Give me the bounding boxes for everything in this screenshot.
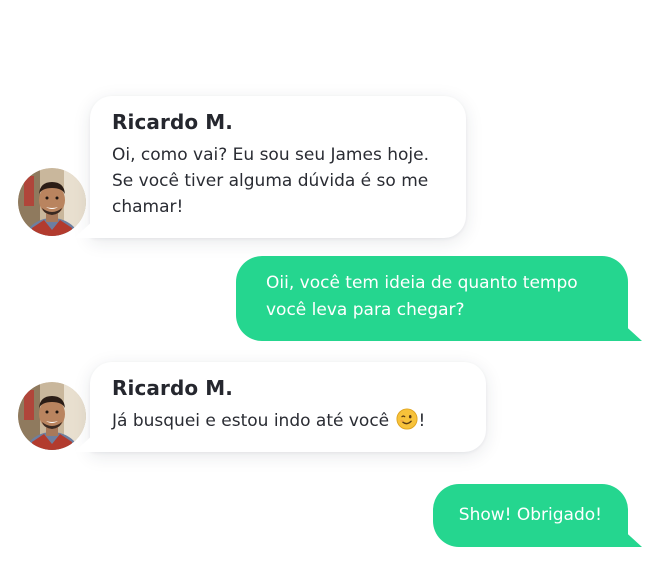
outgoing-message-bubble: Oii, você tem ideia de quanto tempo você… [236,256,628,341]
message-text: Show! Obrigado! [458,505,602,525]
chat-conversation: Ricardo M. Oi, como vai? Eu sou seu Jame… [0,0,650,566]
incoming-message: Ricardo M. Já busquei e estou indo até v… [18,362,486,452]
sender-name: Ricardo M. [112,110,233,134]
outgoing-message-bubble: Show! Obrigado! [432,484,628,547]
driver-avatar-photo [18,382,86,450]
message-text-part: ! [418,411,426,431]
driver-avatar-photo [18,168,86,236]
incoming-message-bubble: Ricardo M. Oi, como vai? Eu sou seu Jame… [90,96,466,238]
winking-face-icon [396,408,418,430]
message-text: Oi, como vai? Eu sou seu James hoje. Se … [112,145,429,217]
outgoing-message: Oii, você tem ideia de quanto tempo você… [236,256,628,341]
message-text: Já busquei e estou indo até você ! [112,408,462,434]
sender-name: Ricardo M. [112,376,233,400]
incoming-message: Ricardo M. Oi, como vai? Eu sou seu Jame… [18,96,466,238]
message-text-part: Já busquei e estou indo até você [112,411,390,431]
outgoing-message: Show! Obrigado! [432,484,628,547]
avatar[interactable] [18,168,86,236]
message-text: Oii, você tem ideia de quanto tempo você… [266,273,578,320]
incoming-message-bubble: Ricardo M. Já busquei e estou indo até v… [90,362,486,452]
avatar[interactable] [18,382,86,450]
